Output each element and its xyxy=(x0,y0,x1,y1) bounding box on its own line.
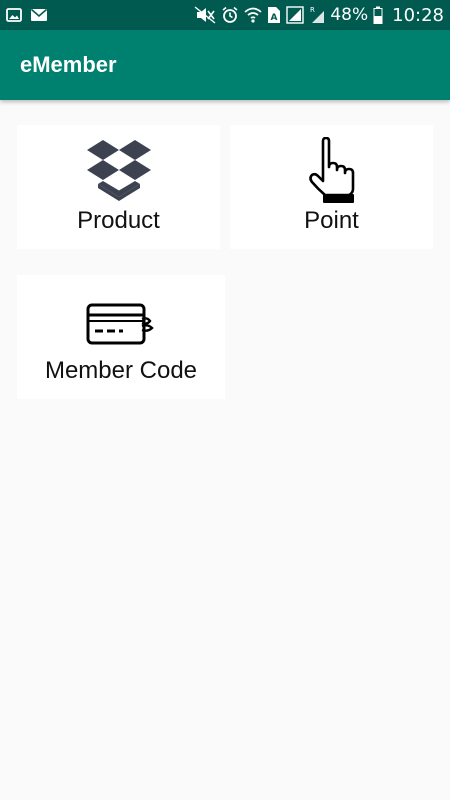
status-bar: A R 48% 10:28 xyxy=(0,0,450,30)
battery-icon xyxy=(373,6,383,24)
gallery-icon xyxy=(6,7,22,23)
svg-text:A: A xyxy=(271,13,278,23)
product-label: Product xyxy=(77,207,160,234)
credit-card-icon xyxy=(86,295,156,355)
product-tile[interactable]: Product xyxy=(17,125,220,249)
roaming-signal-icon: R xyxy=(309,5,325,25)
app-title: eMember xyxy=(20,52,117,77)
wifi-icon xyxy=(244,6,262,24)
status-left-group xyxy=(6,7,48,23)
status-right-group: A R 48% 10:28 xyxy=(194,5,444,26)
sim-icon: A xyxy=(267,6,281,24)
member-code-label: Member Code xyxy=(44,357,198,384)
point-label: Point xyxy=(304,207,359,234)
point-tile[interactable]: Point xyxy=(230,125,433,249)
clock: 10:28 xyxy=(392,4,444,26)
battery-percent: 48% xyxy=(330,5,369,25)
alarm-icon xyxy=(221,6,239,24)
app-bar: eMember xyxy=(0,30,450,100)
box-icon xyxy=(86,137,152,205)
signal-icon xyxy=(286,6,305,24)
roaming-label: R xyxy=(310,6,315,14)
mail-icon xyxy=(30,8,48,22)
member-code-tile[interactable]: Member Code xyxy=(17,275,225,399)
mute-icon xyxy=(194,6,216,24)
pointing-hand-icon xyxy=(301,137,363,205)
